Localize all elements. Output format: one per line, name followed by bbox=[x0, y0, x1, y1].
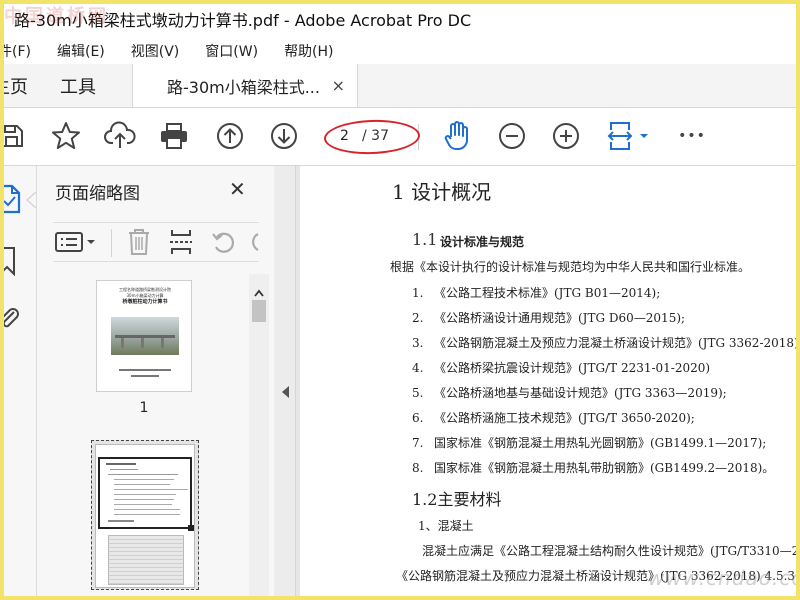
page-thumbnail[interactable]: 工程名称道路桥梁勘测设计院 30m小箱梁动力计算 桥墩桩柱动力计算书 bbox=[96, 280, 192, 392]
thumbnail-table bbox=[108, 535, 184, 585]
thumbnail-page-number: 1 bbox=[139, 400, 149, 416]
material-subheading: 1、混凝土 bbox=[418, 519, 474, 533]
standards-list-item: 6. 《公路桥涵施工技术规范》(JTG/T 3650-2020); bbox=[412, 409, 695, 426]
page-thumbnail-selected[interactable] bbox=[91, 440, 199, 590]
menu-window[interactable]: 窗口(W) bbox=[205, 41, 258, 61]
menu-edit[interactable]: 编辑(E) bbox=[57, 41, 105, 61]
tab-document-label: 路-30m小箱梁柱式... bbox=[167, 77, 320, 97]
subsection-heading: 设计标准与规范 bbox=[440, 235, 525, 249]
body-paragraph: 混凝土应满足《公路工程混凝土结构耐久性设计规范》(JTG/T3310—20 bbox=[422, 544, 800, 558]
bookmark-icon[interactable] bbox=[0, 246, 20, 280]
menu-view[interactable]: 视图(V) bbox=[131, 41, 180, 61]
cloud-upload-icon[interactable] bbox=[104, 120, 136, 152]
document-view[interactable]: 1 设计概况 1.1 设计标准与规范 根据《本设计执行的设计标准与规范均为中华人… bbox=[296, 166, 800, 600]
tab-tools[interactable]: 工具 bbox=[44, 64, 112, 107]
standards-list-item: 8. 国家标准《钢筋混凝土用热轧带肋钢筋》(GB1499.2—2018)。 bbox=[412, 459, 774, 476]
list-text: 《公路工程技术标准》(JTG B01—2014); bbox=[434, 286, 661, 300]
panel-collapse-strip[interactable] bbox=[274, 166, 296, 600]
zoom-out-icon[interactable] bbox=[496, 120, 528, 152]
list-number: 3. bbox=[412, 336, 424, 350]
thumbnail-image bbox=[111, 317, 179, 355]
menu-file[interactable]: 件(F) bbox=[0, 41, 31, 61]
previous-page-icon[interactable] bbox=[214, 120, 246, 152]
list-number: 8. bbox=[412, 461, 424, 475]
tab-close-icon[interactable]: × bbox=[332, 76, 345, 95]
delete-page-icon[interactable] bbox=[127, 228, 151, 260]
scroll-up-icon[interactable] bbox=[254, 282, 264, 301]
list-number: 5. bbox=[412, 386, 424, 400]
standards-list-item: 4. 《公路桥梁抗震设计规范》(JTG/T 2231-01-2020) bbox=[412, 359, 710, 376]
standards-list-item: 5. 《公路桥涵地基与基础设计规范》(JTG 3363—2019); bbox=[412, 384, 727, 401]
subsection-heading: 1.2主要材料 bbox=[412, 490, 502, 509]
intro-paragraph: 根据《本设计执行的设计标准与规范均为中华人民共和国行业标准。 bbox=[390, 260, 751, 274]
rotate-clockwise-icon[interactable] bbox=[249, 229, 259, 259]
tab-tools-label: 工具 bbox=[60, 76, 96, 98]
print-icon[interactable] bbox=[158, 120, 190, 152]
thumbnails-icon[interactable] bbox=[0, 184, 22, 218]
attachment-icon[interactable] bbox=[0, 304, 20, 338]
page-thumbnails-panel: 页面缩略图 ✕ 工程名称道路桥梁勘测设计院 30m小箱梁动力计算 桥墩桩柱动力计… bbox=[37, 166, 274, 600]
thumbnails-scrollbar[interactable] bbox=[249, 274, 269, 600]
section-heading: 1 设计概况 bbox=[392, 180, 492, 204]
tab-bar: 主页 工具 路-30m小箱梁柱式... × bbox=[0, 64, 800, 108]
more-tools-icon[interactable]: ••• bbox=[676, 120, 708, 152]
star-bookmark-icon[interactable] bbox=[50, 120, 82, 152]
thumbnail-text: 桥墩桩柱动力计算书 bbox=[122, 299, 168, 305]
left-navigation-rail bbox=[0, 166, 37, 600]
menu-bar: 件(F) 编辑(E) 视图(V) 窗口(W) 帮助(H) bbox=[0, 38, 800, 64]
tool-overflow-icon[interactable] bbox=[786, 120, 800, 152]
list-number: 4. bbox=[412, 361, 424, 375]
rotate-page-icon[interactable] bbox=[211, 229, 237, 259]
list-text: 《公路桥涵设计通用规范》(JTG D60—2015); bbox=[434, 311, 686, 325]
thumbnail-footer-line bbox=[119, 369, 171, 371]
watermark-top-left: 中国道桥网 bbox=[4, 6, 109, 27]
zoom-in-icon[interactable] bbox=[550, 120, 582, 152]
menu-help[interactable]: 帮助(H) bbox=[284, 41, 333, 61]
list-number: 7. bbox=[412, 436, 424, 450]
subsection-number: 1.1 bbox=[412, 230, 438, 249]
list-text: 《公路桥梁抗震设计规范》(JTG/T 2231-01-2020) bbox=[434, 361, 711, 375]
chevron-down-icon[interactable] bbox=[636, 120, 652, 152]
thumbnail-options-icon[interactable] bbox=[55, 231, 97, 257]
list-text: 《公路钢筋混凝土及预应力混凝土桥涵设计规范》(JTG 3362-2018); bbox=[434, 336, 800, 350]
list-text: 《公路桥涵地基与基础设计规范》(JTG 3363—2019); bbox=[434, 386, 727, 400]
standards-list-item: 1. 《公路工程技术标准》(JTG B01—2014); bbox=[412, 284, 660, 301]
list-number: 2. bbox=[412, 311, 424, 325]
standards-list-item: 3. 《公路钢筋混凝土及预应力混凝土桥涵设计规范》(JTG 3362-2018); bbox=[412, 334, 800, 351]
panel-close-icon[interactable]: ✕ bbox=[229, 177, 246, 201]
window-titlebar: 路-30m小箱梁柱式墩动力计算书.pdf - Adobe Acrobat Pro… bbox=[0, 0, 800, 38]
page-thumbnail bbox=[95, 444, 195, 588]
panel-toolbar bbox=[53, 222, 259, 262]
tab-home-label: 主页 bbox=[0, 76, 28, 98]
thumbnail-footer-line bbox=[131, 375, 159, 377]
thumbnails-list: 工程名称道路桥梁勘测设计院 30m小箱梁动力计算 桥墩桩柱动力计算书 1 bbox=[37, 272, 253, 600]
list-text: 国家标准《钢筋混凝土用热轧光圆钢筋》(GB1499.1—2017); bbox=[434, 436, 767, 450]
document-page: 1 设计概况 1.1 设计标准与规范 根据《本设计执行的设计标准与规范均为中华人… bbox=[300, 166, 800, 600]
viewport-rectangle[interactable] bbox=[98, 457, 194, 531]
collapse-arrow-icon[interactable] bbox=[280, 384, 290, 403]
panel-toolbar-divider bbox=[111, 229, 112, 257]
panel-title: 页面缩略图 bbox=[55, 184, 140, 204]
list-text: 国家标准《钢筋混凝土用热轧带肋钢筋》(GB1499.2—2018)。 bbox=[434, 461, 775, 475]
scrollbar-thumb[interactable] bbox=[252, 300, 266, 322]
hand-tool-icon[interactable] bbox=[442, 120, 474, 152]
chevron-left-icon bbox=[24, 191, 37, 212]
standards-list-item: 2. 《公路桥涵设计通用规范》(JTG D60—2015); bbox=[412, 309, 685, 326]
standards-list-item: 7. 国家标准《钢筋混凝土用热轧光圆钢筋》(GB1499.1—2017); bbox=[412, 434, 766, 451]
save-icon[interactable] bbox=[0, 120, 28, 152]
tab-home[interactable]: 主页 bbox=[0, 64, 44, 107]
list-number: 6. bbox=[412, 411, 424, 425]
list-text: 《公路桥涵施工技术规范》(JTG/T 3650-2020); bbox=[434, 411, 695, 425]
page-fit-icon[interactable] bbox=[606, 120, 638, 152]
list-number: 1. bbox=[412, 286, 424, 300]
insert-page-icon[interactable] bbox=[169, 228, 193, 260]
tab-document[interactable]: 路-30m小箱梁柱式... × bbox=[132, 64, 358, 107]
next-page-icon[interactable] bbox=[268, 120, 300, 152]
watermark-bottom-right: www.cndao.com bbox=[648, 566, 800, 590]
